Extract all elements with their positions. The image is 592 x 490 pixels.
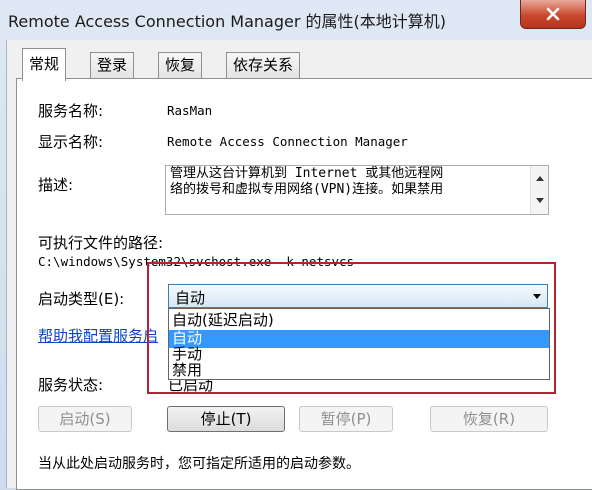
help-configure-link[interactable]: 帮助我配置服务启 [38,325,158,346]
start-button[interactable]: 启动(S) [38,406,132,432]
resume-button[interactable]: 恢复(R) [430,406,548,432]
display-name-label: 显示名称: [38,133,104,151]
tab-dependencies[interactable]: 依存关系 [226,52,301,79]
startup-params-hint: 当从此处启动服务时，您可指定所适用的启动参数。 [38,456,360,472]
service-name-label: 服务名称: [38,102,104,120]
description-box[interactable]: 管理从这台计算机到 Internet 或其他远程网 络的拨号和虚拟专用网络(VP… [165,165,549,215]
tab-recovery[interactable]: 恢复 [158,52,203,79]
description-scrollbar[interactable] [530,166,548,214]
option-auto-delayed[interactable]: 自动(延迟启动) [169,312,549,330]
close-button[interactable] [520,0,586,29]
startup-type-selected: 自动 [175,289,206,307]
description-line-2: 络的拨号和虚拟专用网络(VPN)连接。如果禁用 [170,182,444,197]
pause-button[interactable]: 暂停(P) [299,406,393,432]
scroll-down-icon[interactable] [536,198,544,203]
startup-type-select[interactable]: 自动 [168,284,548,308]
startup-type-dropdown[interactable]: 自动(延迟启动) 自动 手动 禁用 [168,308,550,380]
stop-button[interactable]: 停止(T) [167,406,285,432]
startup-type-label: 启动类型(E): [38,290,125,308]
description-label: 描述: [38,176,74,194]
description-text: 管理从这台计算机到 Internet 或其他远程网 络的拨号和虚拟专用网络(VP… [170,166,520,198]
window-title: Remote Access Connection Manager 的属性(本地计… [8,12,447,31]
close-icon [546,7,560,21]
scroll-up-icon[interactable] [536,176,544,181]
option-disabled[interactable]: 禁用 [169,362,549,379]
tab-general[interactable]: 常规 [22,48,67,81]
exe-path-value: C:\windows\System32\svchost.exe -k netsv… [38,254,355,269]
properties-window: Remote Access Connection Manager 的属性(本地计… [0,0,592,490]
description-line-1: 管理从这台计算机到 Internet 或其他远程网 [170,166,444,181]
tab-logon[interactable]: 登录 [90,52,135,79]
service-name-value: RasMan [167,103,213,118]
service-status-label: 服务状态: [38,376,104,394]
chevron-down-icon[interactable] [533,294,541,299]
display-name-value: Remote Access Connection Manager [167,134,408,149]
exe-path-label: 可执行文件的路径: [38,234,164,252]
